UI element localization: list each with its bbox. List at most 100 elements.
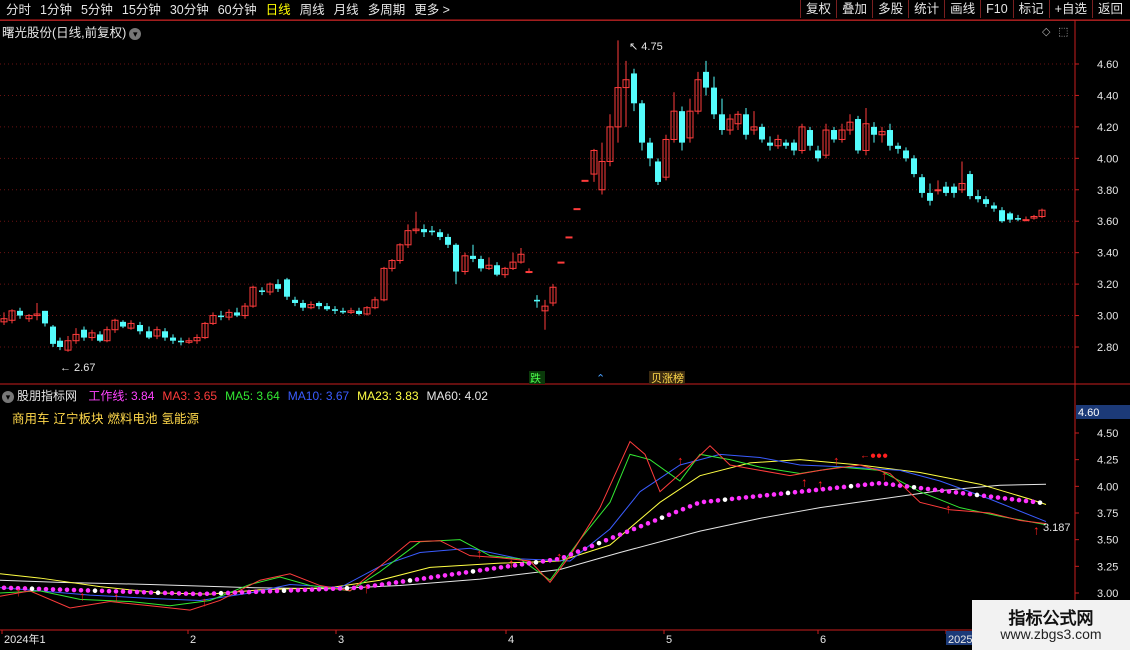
candle-body (639, 103, 645, 143)
price-axis-label: 3.00 (1097, 311, 1118, 323)
candle-body (951, 186, 957, 193)
candle-body (81, 329, 87, 338)
work-line-dot (715, 498, 721, 503)
work-line-dot (750, 494, 756, 499)
work-line-dot (330, 586, 336, 592)
work-line-dot (526, 561, 532, 566)
low-price-label: ← 2.67 (60, 362, 95, 374)
candle-body (470, 255, 476, 259)
indicator-axis-label: 4.00 (1097, 481, 1118, 493)
work-line-dot (743, 495, 749, 500)
candle-body (557, 261, 565, 264)
candle-body (703, 71, 709, 88)
work-line-dot (407, 578, 413, 583)
work-line-dot (456, 571, 462, 576)
work-line-dot (603, 537, 609, 543)
work-line-dot (988, 494, 994, 499)
candle-body (275, 284, 281, 289)
work-line-dot (582, 546, 588, 552)
buy-arrow-icon: ↑ (556, 549, 563, 564)
candle-body (97, 334, 103, 341)
candle-body (975, 196, 981, 200)
concept-tags: 商用车 辽宁板块 燃料电池 氢能源 (12, 408, 203, 427)
concept-tag[interactable]: 氢能源 (162, 412, 200, 426)
candle-body (50, 326, 56, 344)
buy-arrow-icon: ↑ (881, 468, 888, 483)
price-axis-label: 4.00 (1097, 153, 1118, 165)
work-line-dot (939, 488, 945, 494)
work-line-dot (218, 590, 224, 596)
work-line-dot (400, 579, 406, 584)
work-line-dot (183, 591, 189, 596)
work-line-dot (211, 591, 217, 596)
time-axis-label: 3 (338, 634, 344, 646)
candle-body (783, 142, 789, 146)
candle-body (807, 130, 813, 146)
work-line-dot (386, 581, 392, 586)
work-line-dot (736, 495, 742, 501)
work-line-dot (253, 589, 259, 595)
candle-body (573, 208, 581, 211)
work-line-dot (708, 498, 714, 504)
candle-body (316, 302, 322, 307)
work-line-dot (29, 586, 35, 591)
work-line-dot (547, 558, 553, 563)
indicator-title: ▾ 股朋指标网 工作线: 3.84 MA3: 3.65 MA5: 3.64 MA10: … (2, 387, 496, 404)
price-axis-label: 4.60 (1097, 59, 1118, 71)
indicator-value: MA5: 3.64 (225, 389, 280, 403)
work-line-dot (120, 589, 126, 594)
work-line-dot (1, 585, 7, 591)
indicator-axis-label: 3.00 (1097, 588, 1118, 600)
work-line-dot (981, 493, 987, 499)
work-line-dot (225, 590, 231, 596)
ma5-line (0, 453, 1047, 607)
candle-body (919, 177, 925, 193)
work-line-dot (57, 587, 63, 592)
work-line-dot (960, 490, 966, 496)
candle-body (759, 126, 765, 140)
work-line-dot (470, 569, 476, 574)
work-line-dot (645, 521, 651, 526)
candle-body (911, 158, 917, 175)
work-line-dot (302, 587, 308, 593)
candle-body (655, 161, 661, 182)
concept-tag[interactable]: 辽宁板块 (54, 412, 104, 426)
work-line-dot (491, 566, 497, 571)
work-line-dot (372, 583, 378, 588)
candle-body (581, 179, 589, 182)
work-line-dot (176, 591, 182, 596)
work-line-dot (1016, 497, 1022, 503)
work-line-dot (288, 588, 294, 593)
work-line-dot (22, 586, 28, 591)
candle-body (791, 142, 797, 151)
work-line-dot (953, 490, 959, 495)
work-line-dot (337, 586, 343, 591)
indicator-value: MA10: 3.67 (287, 389, 350, 403)
work-line-dot (449, 572, 455, 577)
time-axis-label: 6 (820, 634, 826, 646)
candle-body (871, 126, 877, 135)
work-line-dot (351, 585, 357, 591)
work-line-dot (442, 573, 448, 578)
candle-body (356, 310, 362, 314)
work-line-dot (281, 588, 287, 594)
work-line-dot (799, 489, 805, 494)
concept-tag[interactable]: 商用车 (12, 412, 50, 426)
watermark: 指标公式网 www.zbgs3.com (972, 600, 1130, 650)
time-axis-label: 2 (190, 634, 196, 646)
time-axis-label: 2025 (948, 634, 972, 646)
work-line-dot (309, 587, 315, 592)
chevron-down-icon[interactable]: ▾ (2, 390, 14, 403)
candle-body (815, 150, 821, 159)
candle-body (218, 315, 224, 318)
signal-dots: ←●●● (860, 451, 888, 462)
work-line-dot (43, 586, 49, 592)
candle-body (743, 114, 749, 135)
concept-tag[interactable]: 燃料电池 (108, 412, 158, 426)
work-line-dot (99, 588, 105, 594)
work-line-dot (295, 587, 301, 593)
work-line-dot (246, 589, 252, 595)
work-line-dot (323, 586, 329, 592)
chart-canvas[interactable]: 4.60 4.40 4.20 4.00 3.80 3.60 3.40 3.20 3.00 2.80… (0, 0, 1130, 650)
buy-arrow-icon: ↑ (476, 546, 483, 561)
